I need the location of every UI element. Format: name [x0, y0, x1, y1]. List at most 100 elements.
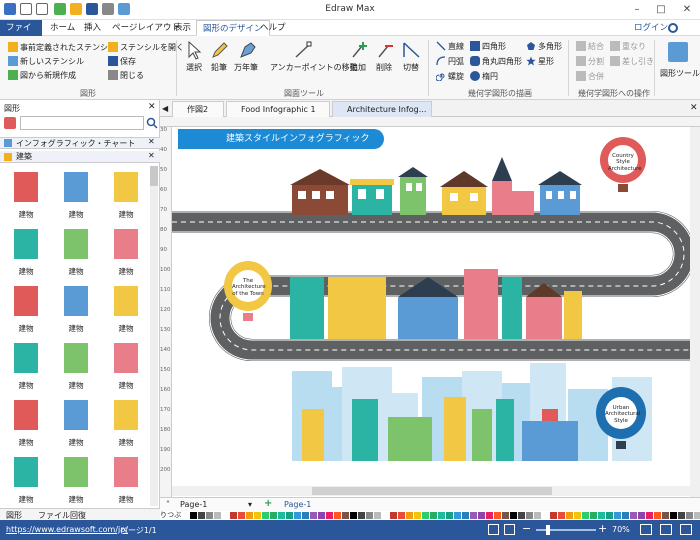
- toggle-point-button[interactable]: 切替: [403, 62, 419, 73]
- color-swatch[interactable]: [246, 512, 253, 519]
- spiral-button[interactable]: 螺旋: [448, 71, 464, 82]
- color-swatch[interactable]: [558, 512, 565, 519]
- color-swatch[interactable]: [694, 512, 700, 519]
- color-swatch[interactable]: [206, 512, 213, 519]
- close-panel-icon[interactable]: ✕: [148, 102, 156, 112]
- save-stencil-button[interactable]: 保存: [120, 56, 136, 67]
- color-swatch[interactable]: [374, 512, 381, 519]
- color-swatch[interactable]: [302, 512, 309, 519]
- color-swatch[interactable]: [358, 512, 365, 519]
- color-swatch[interactable]: [222, 512, 229, 519]
- polygon-button[interactable]: 多角形: [538, 41, 562, 52]
- category-architecture[interactable]: 建築: [0, 151, 160, 163]
- color-swatch[interactable]: [518, 512, 525, 519]
- color-swatch[interactable]: [238, 512, 245, 519]
- panel-scrollbar[interactable]: [150, 166, 158, 506]
- color-swatch[interactable]: [446, 512, 453, 519]
- building-shape[interactable]: 建物: [6, 225, 46, 277]
- fit-page-icon[interactable]: [504, 524, 515, 535]
- building-shape[interactable]: 建物: [6, 168, 46, 220]
- panel-scroll-thumb[interactable]: [150, 166, 158, 186]
- vertical-scrollbar[interactable]: [690, 127, 700, 497]
- color-swatch[interactable]: [574, 512, 581, 519]
- add-page-icon[interactable]: +: [264, 498, 272, 509]
- color-swatch[interactable]: [366, 512, 373, 519]
- ellipse-button[interactable]: 楕円: [482, 71, 498, 82]
- color-swatch[interactable]: [190, 512, 197, 519]
- new-from-shape-button[interactable]: 図から新規作成: [20, 70, 76, 81]
- union-button[interactable]: 結合: [588, 41, 604, 52]
- predefined-stencil-button[interactable]: 事前定義されたステンシル: [20, 42, 116, 53]
- open-stencil-button[interactable]: ステンシルを開く: [120, 42, 184, 53]
- building-shape[interactable]: 建物: [106, 168, 146, 220]
- building-shape[interactable]: 建物: [106, 282, 146, 334]
- color-swatch[interactable]: [662, 512, 669, 519]
- close-button[interactable]: ✕: [678, 2, 696, 18]
- color-swatch[interactable]: [342, 512, 349, 519]
- building-shape[interactable]: 建物: [56, 168, 96, 220]
- zoom-out-button[interactable]: −: [522, 522, 531, 535]
- page-view-icon[interactable]: [488, 524, 499, 535]
- tab-food-infographic[interactable]: Food Infographic 1: [226, 101, 330, 117]
- color-swatch[interactable]: [638, 512, 645, 519]
- fullscreen-icon[interactable]: [660, 524, 672, 535]
- color-swatch[interactable]: [542, 512, 549, 519]
- overlap-button[interactable]: 重なり: [622, 41, 646, 52]
- color-swatch[interactable]: [230, 512, 237, 519]
- balloon-town[interactable]: The Architecture of the Town: [224, 261, 272, 327]
- building-shape[interactable]: 建物: [106, 453, 146, 505]
- color-swatch[interactable]: [598, 512, 605, 519]
- color-swatch[interactable]: [606, 512, 613, 519]
- star-button[interactable]: 星形: [538, 56, 554, 67]
- building-shape[interactable]: 建物: [6, 339, 46, 391]
- color-swatch[interactable]: [430, 512, 437, 519]
- building-shape[interactable]: 建物: [6, 396, 46, 448]
- color-swatch[interactable]: [414, 512, 421, 519]
- color-swatch[interactable]: [502, 512, 509, 519]
- color-swatch[interactable]: [254, 512, 261, 519]
- arc-button[interactable]: 円弧: [448, 56, 464, 67]
- color-swatch[interactable]: [654, 512, 661, 519]
- color-swatch[interactable]: [422, 512, 429, 519]
- search-icon[interactable]: [146, 117, 158, 129]
- color-swatch[interactable]: [494, 512, 501, 519]
- color-swatch[interactable]: [406, 512, 413, 519]
- color-swatch[interactable]: [294, 512, 301, 519]
- merge-button[interactable]: 合併: [588, 71, 604, 82]
- color-swatch[interactable]: [286, 512, 293, 519]
- color-swatch[interactable]: [454, 512, 461, 519]
- zoom-in-button[interactable]: +: [598, 522, 607, 535]
- menu-help[interactable]: ヘルプ: [254, 20, 292, 36]
- fit-width-icon[interactable]: [640, 524, 652, 535]
- building-shape[interactable]: 建物: [6, 453, 46, 505]
- color-swatch[interactable]: [582, 512, 589, 519]
- building-shape[interactable]: 建物: [56, 225, 96, 277]
- color-swatch[interactable]: [398, 512, 405, 519]
- tab-scroll-left-icon[interactable]: ◀: [162, 104, 168, 113]
- page-tab[interactable]: Page-1: [284, 500, 311, 509]
- collapse-icon[interactable]: ˄: [166, 500, 170, 509]
- color-swatch[interactable]: [198, 512, 205, 519]
- shape-tools-button[interactable]: 図形ツール: [660, 68, 700, 79]
- pencil-tool-button[interactable]: 鉛筆: [211, 62, 227, 73]
- shape-search-input[interactable]: [20, 116, 144, 130]
- drawing-canvas[interactable]: 建築スタイルインフォグラフィック Country Style Architect…: [172, 127, 690, 497]
- rounded-rectangle-button[interactable]: 角丸四角形: [482, 56, 522, 67]
- horizontal-scroll-thumb[interactable]: [312, 487, 552, 495]
- color-swatch[interactable]: [318, 512, 325, 519]
- color-swatch[interactable]: [326, 512, 333, 519]
- color-swatch[interactable]: [310, 512, 317, 519]
- color-swatch[interactable]: [262, 512, 269, 519]
- color-swatch[interactable]: [214, 512, 221, 519]
- color-swatch[interactable]: [334, 512, 341, 519]
- page-dropdown-icon[interactable]: ▾: [248, 500, 252, 509]
- close-category-icon[interactable]: ✕: [148, 151, 155, 160]
- menu-file[interactable]: ファイル: [0, 20, 42, 49]
- building-shape[interactable]: 建物: [56, 282, 96, 334]
- balloon-urban[interactable]: Urban Architectural Style: [596, 387, 646, 455]
- anchor-move-button[interactable]: アンカーポイントの移動: [270, 62, 358, 73]
- zoom-slider[interactable]: [536, 529, 596, 531]
- subtract-button[interactable]: 差し引き: [622, 56, 654, 67]
- color-swatch[interactable]: [566, 512, 573, 519]
- color-swatch[interactable]: [278, 512, 285, 519]
